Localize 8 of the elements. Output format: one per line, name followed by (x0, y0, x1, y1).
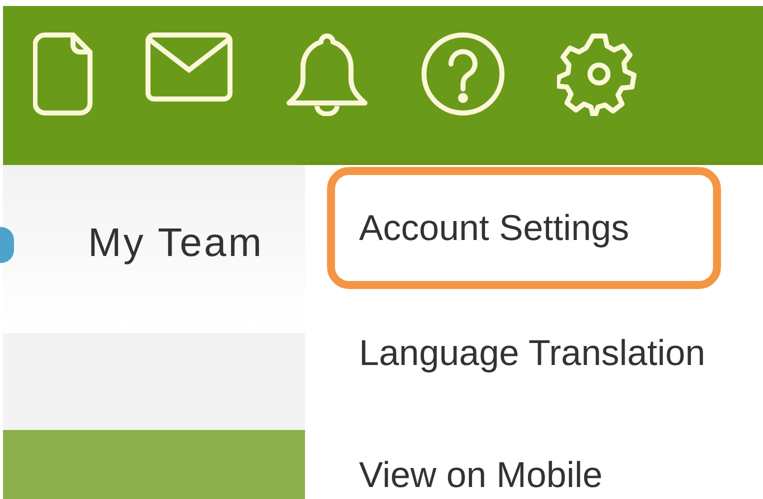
menu-item[interactable]: View on Mobile (359, 457, 602, 493)
nav-link[interactable]: My Team (88, 213, 264, 273)
help-icon[interactable] (421, 32, 505, 116)
menu-item[interactable]: Language Translation (359, 335, 706, 371)
bell-icon[interactable] (285, 32, 369, 116)
menu-item[interactable]: Account Settings (327, 167, 721, 289)
document-icon[interactable] (33, 32, 93, 116)
mail-icon[interactable] (145, 32, 233, 102)
